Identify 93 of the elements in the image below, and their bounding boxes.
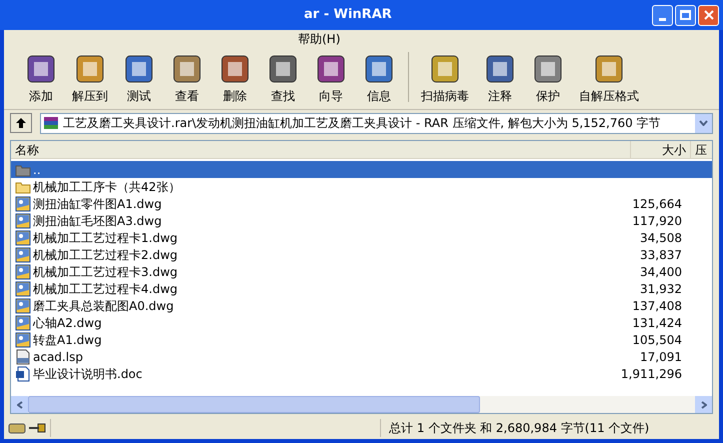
file-size: 34,508 — [639, 230, 682, 246]
file-name: .. — [33, 162, 42, 178]
toolbar-icon — [74, 53, 106, 85]
file-row[interactable]: 机械加工工艺过程卡2.dwg 33,837 — [11, 246, 712, 263]
file-size: 34,400 — [639, 264, 682, 280]
scroll-thumb[interactable] — [28, 396, 480, 413]
file-row[interactable]: acad.lsp 17,091 — [11, 348, 712, 365]
file-row[interactable]: 转盘A1.dwg 105,504 — [11, 331, 712, 348]
file-row[interactable]: 心轴A2.dwg 131,424 — [11, 314, 712, 331]
menu-item[interactable]: 帮助(H) — [294, 30, 344, 48]
file-name: 机械加工工艺过程卡1.dwg — [33, 230, 178, 246]
column-header[interactable]: 大小 — [630, 141, 690, 158]
file-size: 131,424 — [631, 314, 682, 332]
file-name: acad.lsp — [33, 348, 84, 366]
file-name: 毕业设计说明书.doc — [33, 366, 144, 382]
toolbar-button[interactable]: 扫描病毒 — [415, 49, 475, 105]
toolbar-button[interactable]: 注释 — [477, 49, 523, 105]
toolbar-icon — [429, 53, 461, 85]
file-row[interactable]: 毕业设计说明书.doc 1,911,296 — [11, 365, 712, 382]
file-size: 33,837 — [639, 246, 682, 264]
file-row[interactable]: 磨工夹具总装配图A0.dwg 137,408 — [11, 297, 712, 314]
toolbar-button[interactable]: 信息 — [356, 49, 402, 105]
file-name: 心轴A2.dwg — [33, 314, 103, 332]
toolbar-button[interactable]: 查看 — [164, 49, 210, 105]
drawing-file-icon — [15, 280, 31, 296]
close-icon — [704, 10, 714, 20]
column-header[interactable]: 压 — [690, 141, 712, 158]
window-title: ar - WinRAR — [304, 6, 393, 24]
file-size: 17,091 — [639, 348, 682, 366]
file-size: 125,664 — [631, 196, 682, 212]
up-folder-button[interactable] — [10, 113, 32, 133]
toolbar-icon — [484, 53, 516, 85]
file-size: 117,920 — [631, 212, 682, 230]
drawing-file-icon — [15, 230, 31, 246]
file-row[interactable]: 机械加工工艺过程卡3.dwg 34,400 — [11, 263, 712, 280]
drawing-file-icon — [15, 298, 31, 314]
file-size: 31,932 — [639, 280, 682, 298]
toolbar-icon — [219, 53, 251, 85]
toolbar-icon — [363, 53, 395, 85]
file-row[interactable]: .. — [11, 161, 712, 178]
file-name: 机械加工工艺过程卡2.dwg — [33, 246, 178, 264]
drawing-file-icon — [15, 196, 31, 212]
toolbar-button[interactable]: 测试 — [116, 49, 162, 105]
file-name: 测扭油缸零件图A1.dwg — [33, 196, 163, 212]
file-row[interactable]: 测扭油缸毛坯图A3.dwg 117,920 — [11, 212, 712, 229]
file-size: 105,504 — [631, 332, 682, 348]
toolbar-icon — [532, 53, 564, 85]
file-row[interactable]: 测扭油缸零件图A1.dwg 125,664 — [11, 195, 712, 212]
file-name: 磨工夹具总装配图A0.dwg — [33, 298, 175, 314]
toolbar-button[interactable]: 向导 — [308, 49, 354, 105]
scroll-left-button[interactable] — [11, 396, 28, 413]
lsp-file-icon — [15, 348, 31, 364]
toolbar-button[interactable]: 添加 — [18, 49, 64, 105]
file-row[interactable]: 机械加工工艺过程卡4.dwg 31,932 — [11, 280, 712, 297]
file-row[interactable]: 机械加工工艺过程卡1.dwg 34,508 — [11, 229, 712, 246]
scroll-right-button[interactable] — [695, 396, 712, 413]
file-name: 测扭油缸毛坯图A3.dwg — [33, 212, 163, 230]
dropdown-button[interactable] — [695, 114, 712, 132]
drawing-file-icon — [15, 332, 31, 348]
drawing-file-icon — [15, 212, 31, 228]
toolbar-icon — [593, 53, 625, 85]
toolbar-icon — [25, 53, 57, 85]
document-file-icon — [15, 366, 31, 382]
file-name: 机械加工工艺过程卡4.dwg — [33, 280, 178, 298]
drawing-file-icon — [15, 246, 31, 262]
up-arrow-icon — [15, 117, 27, 129]
toolbar-button[interactable]: 保护 — [525, 49, 571, 105]
file-size: 1,911,296 — [620, 366, 682, 382]
caret-icon — [699, 120, 708, 126]
minimize-button[interactable] — [652, 4, 673, 26]
file-size: 137,408 — [631, 298, 682, 314]
file-row[interactable]: 机械加工工序卡（共42张） — [11, 178, 712, 195]
toolbar-button[interactable]: 查找 — [260, 49, 306, 105]
file-name: 机械加工工艺过程卡3.dwg — [33, 264, 178, 280]
toolbar-icon — [123, 53, 155, 85]
archive-icon — [43, 115, 59, 131]
drawing-file-icon — [15, 264, 31, 280]
toolbar-button[interactable]: 删除 — [212, 49, 258, 105]
file-name: 机械加工工序卡（共42张） — [33, 178, 182, 196]
column-header[interactable]: 名称 — [11, 141, 630, 158]
drawing-file-icon — [15, 314, 31, 330]
horizontal-scrollbar[interactable] — [11, 396, 712, 413]
status-text: 总计 1 个文件夹 和 2,680,984 字节(11 个文件) — [380, 419, 650, 437]
toolbar-icon — [171, 53, 203, 85]
toolbar-button[interactable]: 解压到 — [66, 49, 114, 105]
file-name: 转盘A1.dwg — [33, 332, 103, 348]
maximize-button[interactable] — [675, 4, 696, 26]
folder-icon — [15, 162, 31, 176]
toolbar-icon — [267, 53, 299, 85]
toolbar-button[interactable]: 自解压格式 — [573, 49, 645, 105]
toolbar-icon — [315, 53, 347, 85]
address-field[interactable]: 工艺及磨工夹具设计.rar\发动机测扭油缸机加工艺及磨工夹具设计 - RAR 压缩文件, 解包大小为 5,152,760 字节 — [40, 112, 713, 134]
close-button[interactable] — [698, 4, 719, 26]
